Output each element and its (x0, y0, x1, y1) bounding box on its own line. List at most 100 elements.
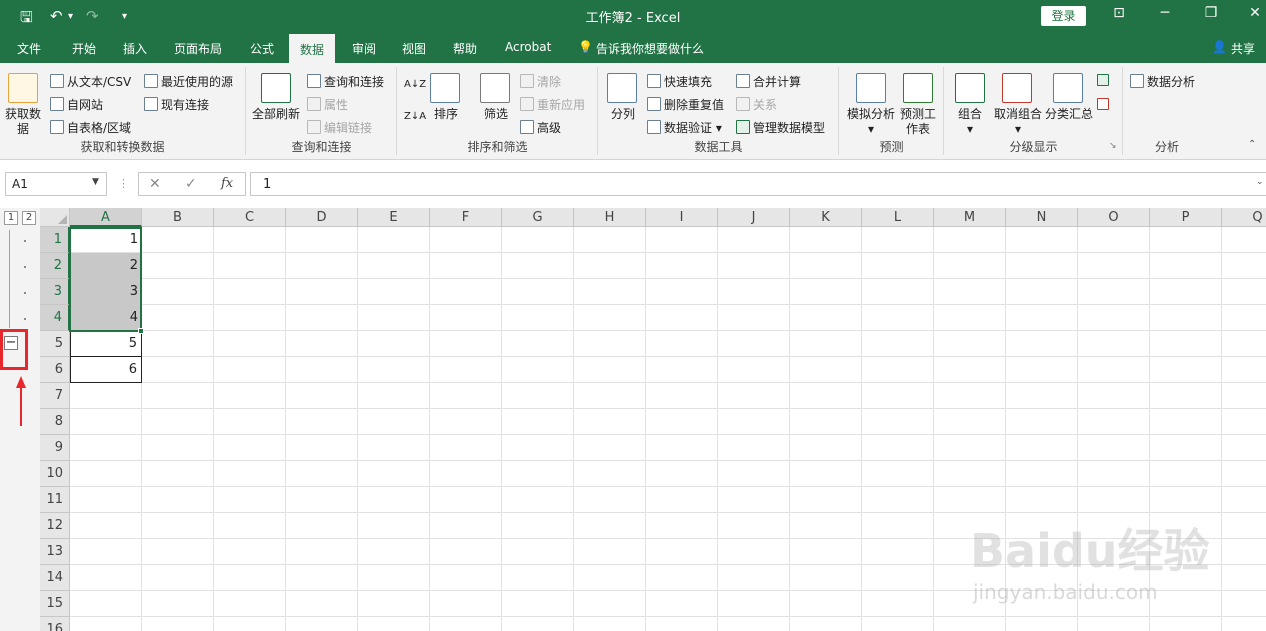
minimize-icon[interactable]: ─ (1150, 5, 1180, 21)
column-header[interactable]: L (862, 208, 934, 227)
tab-view[interactable]: 视图 (402, 40, 426, 57)
row-header[interactable]: 7 (40, 383, 70, 409)
column-header[interactable]: D (286, 208, 358, 227)
advanced-button[interactable]: 高级 (520, 119, 561, 136)
cell[interactable]: 5 (70, 331, 142, 357)
row-header[interactable]: 3 (40, 279, 70, 305)
column-header[interactable]: Q (1222, 208, 1266, 227)
restore-icon[interactable]: ❐ (1196, 5, 1226, 21)
refresh-all-button[interactable]: 全部刷新 (247, 107, 305, 122)
tab-review[interactable]: 审阅 (352, 40, 376, 57)
column-header[interactable]: F (430, 208, 502, 227)
forecast-sheet-button[interactable]: 预测工作表 (896, 107, 940, 137)
row-header[interactable]: 1 (40, 227, 70, 253)
outline-level-2-button[interactable]: 2 (22, 211, 36, 225)
row-header[interactable]: 16 (40, 617, 70, 631)
tab-help[interactable]: 帮助 (453, 40, 477, 57)
tab-home[interactable]: 开始 (72, 40, 96, 57)
text-to-columns-button[interactable]: 分列 (603, 107, 643, 122)
row-header[interactable]: 8 (40, 409, 70, 435)
from-text-csv-button[interactable]: 从文本/CSV (50, 73, 131, 90)
show-detail-icon[interactable] (1097, 73, 1112, 87)
tell-me-search[interactable]: 告诉我你想要做什么 (596, 40, 704, 57)
manage-data-model-button[interactable]: 管理数据模型 (736, 119, 825, 136)
collapse-ribbon-icon[interactable]: ⌃ (1248, 139, 1256, 150)
clear-button[interactable]: 清除 (520, 73, 561, 90)
column-header[interactable]: J (718, 208, 790, 227)
cell[interactable]: 6 (70, 357, 142, 383)
queries-connections-button[interactable]: 查询和连接 (307, 73, 384, 90)
row-header[interactable]: 15 (40, 591, 70, 617)
reapply-button[interactable]: 重新应用 (520, 96, 585, 113)
ribbon-display-icon[interactable]: ⊡ (1104, 5, 1134, 21)
consolidate-button[interactable]: 合并计算 (736, 73, 801, 90)
column-header[interactable]: H (574, 208, 646, 227)
column-header[interactable]: N (1006, 208, 1078, 227)
row-header[interactable]: 14 (40, 565, 70, 591)
tab-insert[interactable]: 插入 (123, 40, 147, 57)
subtotal-button[interactable]: 分类汇总 (1043, 107, 1095, 122)
get-data-button[interactable]: 获取数据 (2, 107, 44, 137)
relationships-button[interactable]: 关系 (736, 96, 777, 113)
row-header[interactable]: 10 (40, 461, 70, 487)
expand-formula-icon[interactable]: ⌄ (1256, 177, 1264, 187)
column-header[interactable]: P (1150, 208, 1222, 227)
group-button[interactable]: 组合 ▾ (949, 107, 991, 137)
data-validation-button[interactable]: 数据验证 ▾ (647, 119, 722, 136)
column-header[interactable]: C (214, 208, 286, 227)
tab-page-layout[interactable]: 页面布局 (174, 40, 222, 57)
from-web-button[interactable]: 自网站 (50, 96, 103, 113)
column-header[interactable]: I (646, 208, 718, 227)
row-header[interactable]: 11 (40, 487, 70, 513)
tab-formulas[interactable]: 公式 (250, 40, 274, 57)
fill-handle[interactable] (138, 328, 144, 334)
formula-input[interactable]: 1 (250, 172, 1266, 196)
flash-fill-button[interactable]: 快速填充 (647, 73, 712, 90)
login-button[interactable]: 登录 (1041, 6, 1086, 26)
name-box-dropdown-icon[interactable]: ▼ (92, 177, 99, 187)
ungroup-button[interactable]: 取消组合 ▾ (989, 107, 1047, 137)
share-button[interactable]: 共享 (1231, 40, 1255, 57)
sort-desc-icon[interactable]: Z↓A (404, 111, 426, 122)
column-header[interactable]: M (934, 208, 1006, 227)
existing-connections-button[interactable]: 现有连接 (144, 96, 209, 113)
group-get-transform: 获取数据 从文本/CSV 自网站 自表格/区域 最近使用的源 现有连接 获取和转… (0, 67, 246, 155)
from-table-button[interactable]: 自表格/区域 (50, 119, 131, 136)
connections-icon (144, 97, 158, 111)
hide-detail-icon[interactable] (1097, 97, 1112, 111)
column-header[interactable]: K (790, 208, 862, 227)
tab-acrobat[interactable]: Acrobat (505, 40, 551, 54)
tab-file[interactable]: 文件 (17, 40, 41, 57)
sort-button[interactable]: 排序 (426, 107, 466, 122)
row-header[interactable]: 4 (40, 305, 70, 331)
edit-links-button[interactable]: 编辑链接 (307, 119, 372, 136)
column-header[interactable]: B (142, 208, 214, 227)
group-label-text: 组合 (957, 107, 982, 121)
column-header[interactable]: A (70, 208, 142, 227)
column-header[interactable]: G (502, 208, 574, 227)
remove-duplicates-button[interactable]: 删除重复值 (647, 96, 724, 113)
recent-sources-button[interactable]: 最近使用的源 (144, 73, 233, 90)
cancel-icon[interactable]: ✕ (149, 176, 161, 192)
row-header[interactable]: 13 (40, 539, 70, 565)
sort-asc-icon[interactable]: A↓Z (404, 79, 426, 90)
row-header[interactable]: 5 (40, 331, 70, 357)
close-icon[interactable]: ✕ (1240, 5, 1266, 21)
filter-button[interactable]: 筛选 (476, 107, 516, 122)
enter-icon[interactable]: ✓ (185, 176, 197, 192)
what-if-button[interactable]: 模拟分析 ▾ (842, 107, 900, 137)
tab-data[interactable]: 数据 (289, 34, 336, 63)
data-analysis-button[interactable]: 数据分析 (1130, 73, 1195, 90)
row-header[interactable]: 2 (40, 253, 70, 279)
group-label: 查询和连接 (291, 140, 352, 154)
insert-function-icon[interactable]: fx (221, 176, 233, 191)
row-header[interactable]: 12 (40, 513, 70, 539)
outline-level-1-button[interactable]: 1 (4, 211, 18, 225)
properties-button[interactable]: 属性 (307, 96, 348, 113)
row-header[interactable]: 9 (40, 435, 70, 461)
select-all-button[interactable] (40, 208, 70, 227)
row-header[interactable]: 6 (40, 357, 70, 383)
splitter-icon[interactable]: ⋮ (118, 177, 129, 190)
column-header[interactable]: E (358, 208, 430, 227)
column-header[interactable]: O (1078, 208, 1150, 227)
